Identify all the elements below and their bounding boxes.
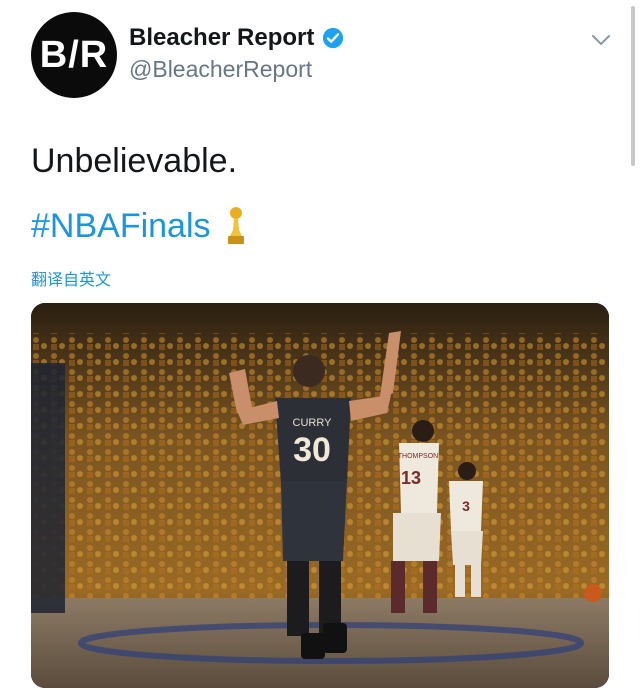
photo-scene: CURRY 30 THOMPSON 13 3 <box>31 303 609 688</box>
account-name-row[interactable]: Bleacher Report <box>129 24 344 52</box>
account-handle[interactable]: @BleacherReport <box>129 56 312 83</box>
verified-badge-icon <box>323 27 344 49</box>
jersey-right1-name: THOMPSON <box>398 453 438 460</box>
hashtag-link[interactable]: #NBAFinals <box>31 207 211 246</box>
avatar-logo-text: B/R <box>39 33 109 76</box>
jersey-right1-number: 13 <box>401 468 421 488</box>
translate-link[interactable]: 翻译自英文 <box>31 266 111 290</box>
jersey-main-name: CURRY <box>293 417 333 429</box>
tweet-text: Unbelievable. <box>31 142 238 180</box>
chevron-down-icon[interactable] <box>592 34 610 46</box>
trophy-icon <box>227 207 244 244</box>
account-name[interactable]: Bleacher Report <box>129 24 314 52</box>
jersey-main-number: 30 <box>293 431 331 469</box>
scrollbar[interactable] <box>631 6 635 166</box>
jersey-right2-number: 3 <box>462 498 470 514</box>
profile-avatar[interactable]: B/R <box>31 12 117 98</box>
hashtag-row: #NBAFinals <box>31 206 247 246</box>
tweet-photo[interactable]: CURRY 30 THOMPSON 13 3 <box>31 303 609 688</box>
